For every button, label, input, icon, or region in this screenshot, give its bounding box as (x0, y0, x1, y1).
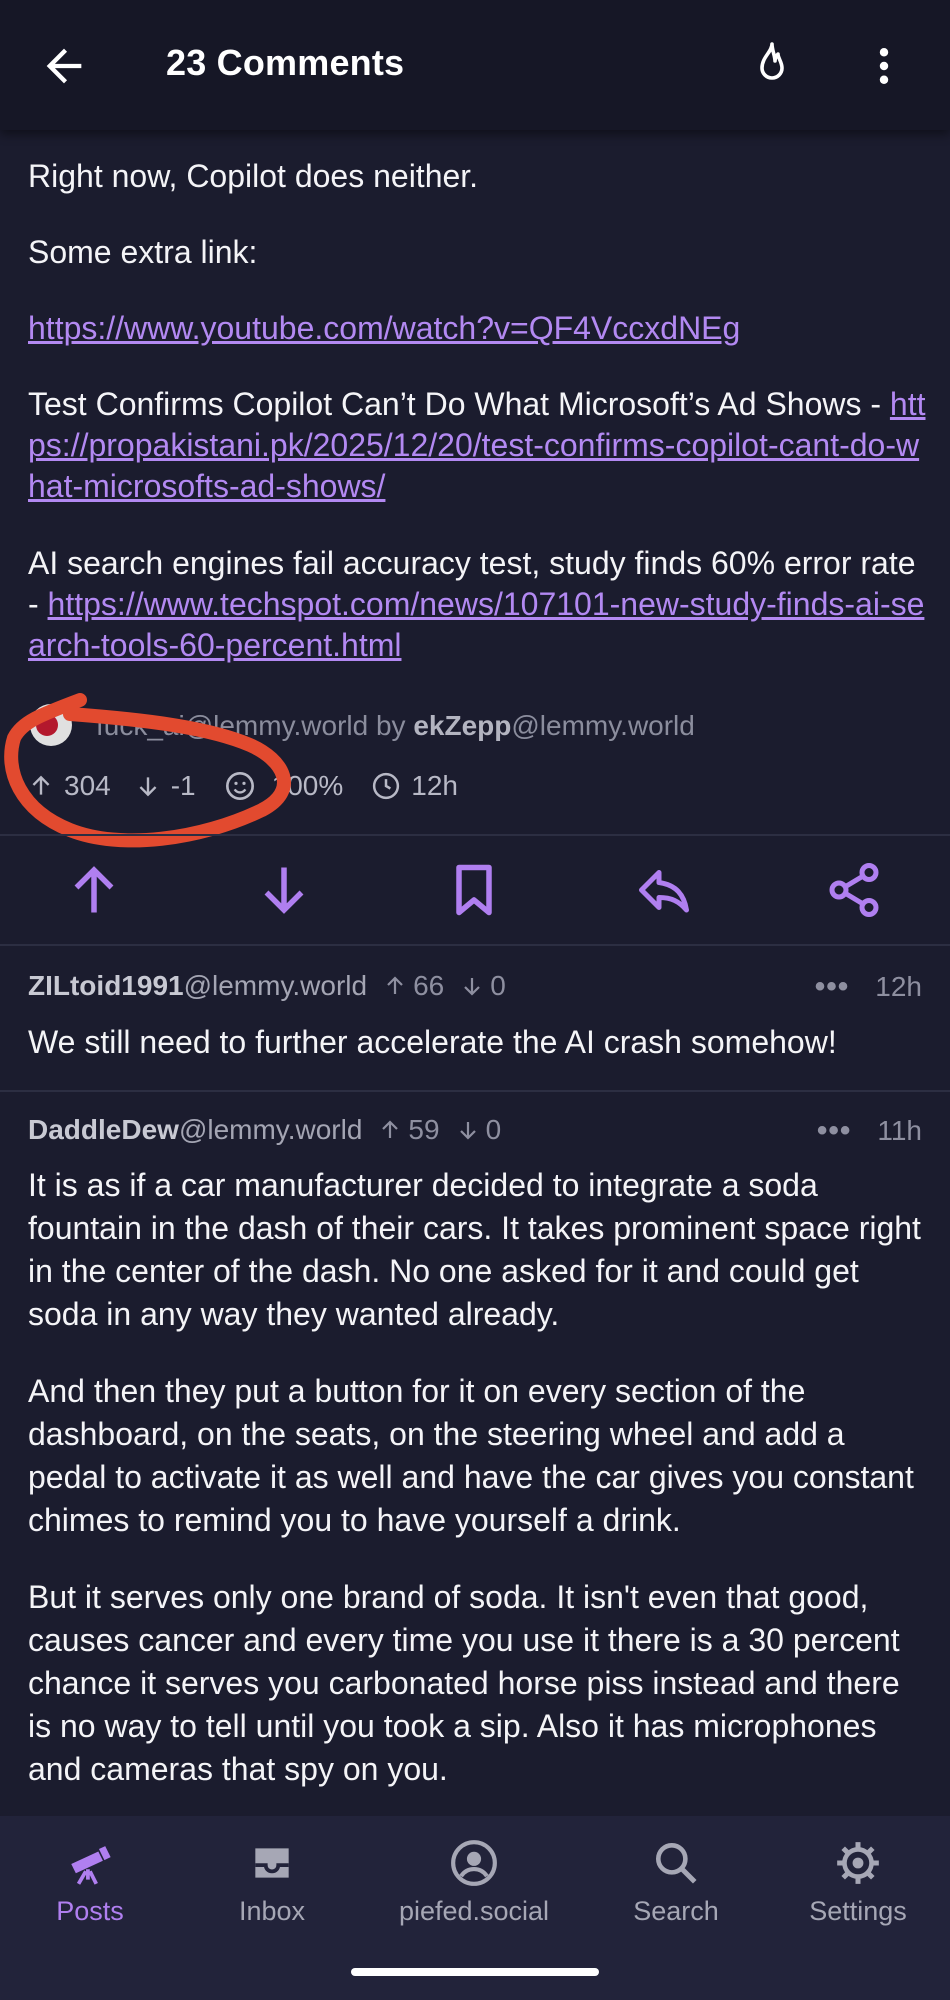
bookmark-icon[interactable] (444, 860, 504, 920)
comment-downvotes: 0 (485, 1114, 502, 1145)
downvote-button-icon[interactable] (254, 860, 314, 920)
flame-icon[interactable] (748, 40, 796, 92)
share-icon[interactable] (824, 860, 884, 920)
youtube-link-paragraph: https://www.youtube.com/watch?v=QF4Vccxd… (28, 308, 928, 349)
comment-downvotes: 0 (490, 970, 506, 1001)
clock-icon (373, 772, 400, 800)
community-avatar[interactable] (30, 704, 72, 746)
downvote-count: -1 (170, 770, 196, 801)
nav-settings[interactable]: Settings (768, 1838, 948, 1927)
divider (0, 1090, 950, 1092)
inbox-icon (255, 1848, 289, 1878)
more-horiz-icon[interactable]: ••• (815, 970, 850, 1004)
arrow-down-icon (459, 1122, 476, 1140)
comment-text: And then they put a button for it on eve… (28, 1373, 914, 1538)
page-title: 23 Comments (166, 42, 405, 83)
comment-meta: ••• 11h (817, 1114, 922, 1148)
youtube-link[interactable]: https://www.youtube.com/watch?v=QF4Vccxd… (28, 310, 740, 346)
author-name[interactable]: ekZepp (413, 710, 511, 741)
search-icon (656, 1843, 697, 1884)
nav-label: piefed.social (398, 1896, 550, 1926)
nav-account[interactable]: piefed.social (384, 1838, 564, 1927)
telescope-icon (71, 1846, 111, 1885)
nav-label: Posts (56, 1896, 124, 1926)
comment-author[interactable]: DaddleDew@lemmy.world (28, 1114, 362, 1146)
more-horiz-icon[interactable]: ••• (817, 1114, 852, 1148)
test-paragraph: Test Confirms Copilot Can’t Do What Micr… (28, 384, 928, 507)
bottom-navigation: Posts Inbox piefed.social Search Setting… (0, 1816, 950, 2000)
divider (0, 944, 950, 946)
nav-posts[interactable]: Posts (0, 1838, 180, 1927)
community-instance[interactable]: @lemmy.world (185, 710, 368, 741)
upvote-ratio: 100% (271, 770, 344, 801)
post-attribution: fuck_ai@lemmy.world by ekZepp@lemmy.worl… (96, 710, 695, 742)
more-vert-icon[interactable] (862, 40, 906, 92)
comment-meta: ••• 12h (815, 970, 922, 1004)
test-text: Test Confirms Copilot Can’t Do What Micr… (28, 386, 890, 422)
post-action-bar (0, 836, 950, 944)
techspot-link[interactable]: https://www.techspot.com/news/107101-new… (28, 586, 924, 663)
arrow-up-icon (32, 775, 50, 795)
by-label: by (375, 710, 406, 741)
post-content-area: Right now, Copilot does neither. Some ex… (0, 130, 950, 1816)
arrow-up-icon (387, 976, 403, 994)
author-instance[interactable]: @lemmy.world (511, 710, 694, 741)
upvote-count: 304 (64, 770, 111, 801)
post-body-line: Some extra link: (28, 234, 258, 270)
comment-author[interactable]: ZILtoid1991@lemmy.world (28, 970, 367, 1002)
back-arrow-icon[interactable] (38, 40, 90, 92)
comment-upvotes: 59 (408, 1114, 440, 1145)
community-name[interactable]: fuck_ai (96, 710, 185, 741)
comment-header: DaddleDew@lemmy.world 59 0 (28, 1114, 501, 1146)
post-stats: 304 -1 100% 12h (28, 766, 458, 806)
arrow-down-icon (464, 978, 481, 996)
comment-age: 11h (877, 1115, 922, 1146)
nav-label: Settings (809, 1896, 907, 1926)
upvote-button-icon[interactable] (64, 860, 124, 920)
reply-icon[interactable] (634, 860, 694, 920)
nav-label: Search (633, 1896, 719, 1926)
comment-upvotes: 66 (413, 970, 445, 1001)
post-age: 12h (411, 770, 458, 801)
post-body-line: Right now, Copilot does neither. (28, 158, 479, 194)
nav-search[interactable]: Search (586, 1838, 766, 1927)
account-circle-icon (451, 1840, 497, 1886)
arrow-down-icon (139, 777, 157, 797)
comment-age: 12h (875, 971, 922, 1002)
comment-header: ZILtoid1991@lemmy.world 66 0 (28, 970, 506, 1002)
comment-text: It is as if a car manufacturer decided t… (28, 1167, 921, 1332)
smiley-icon (225, 772, 254, 800)
top-app-bar: 23 Comments (0, 0, 950, 130)
ai-paragraph: AI search engines fail accuracy test, st… (28, 543, 928, 666)
arrow-up-icon (382, 1120, 399, 1138)
comment-text: We still need to further accelerate the … (28, 1024, 837, 1060)
settings-icon (837, 1842, 879, 1884)
nav-inbox[interactable]: Inbox (182, 1838, 362, 1927)
nav-label: Inbox (238, 1896, 306, 1926)
home-indicator[interactable] (351, 1968, 599, 1976)
comment-text: But it serves only one brand of soda. It… (28, 1579, 900, 1787)
